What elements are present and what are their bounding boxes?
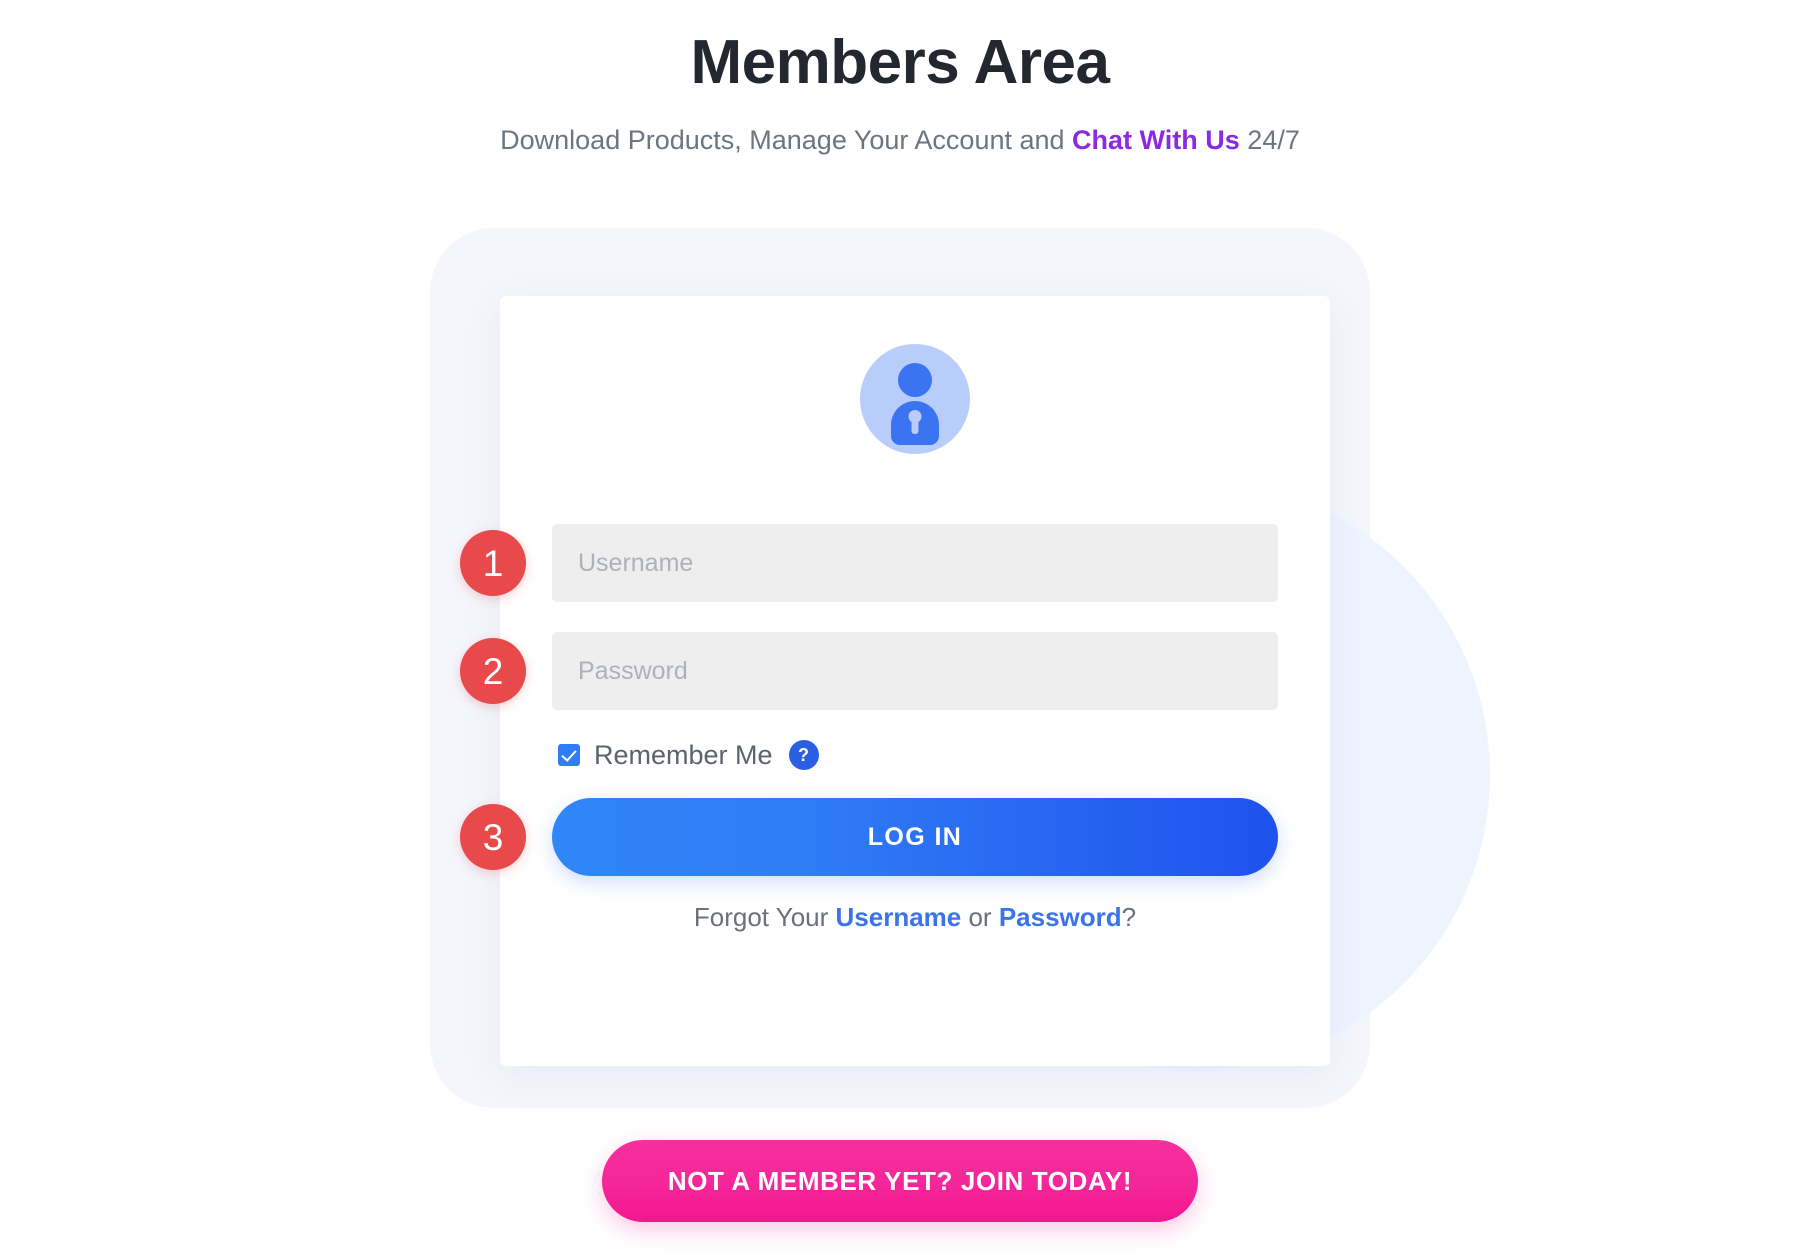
remember-me-checkbox[interactable]	[558, 744, 580, 766]
chat-with-us-link[interactable]: Chat With Us	[1072, 125, 1240, 155]
username-input[interactable]	[552, 524, 1278, 602]
avatar-wrap	[500, 344, 1330, 454]
page-header: Members Area Download Products, Manage Y…	[0, 0, 1800, 160]
password-field-row: 2	[460, 632, 1278, 710]
step-badge-3: 3	[460, 804, 526, 870]
join-today-button[interactable]: NOT A MEMBER YET? JOIN TODAY!	[601, 1140, 1199, 1222]
subtitle-suffix: 24/7	[1239, 125, 1300, 156]
login-form: 1 2 Remember Me ? 3 LOG IN Forgot Your U…	[460, 524, 1278, 933]
remember-me-label: Remember Me	[594, 739, 773, 770]
step-badge-2: 2	[460, 638, 526, 704]
username-field-row: 1	[460, 524, 1278, 602]
members-area-page: Members Area Download Products, Manage Y…	[0, 0, 1800, 1260]
step-badge-1: 1	[460, 530, 526, 596]
page-subtitle: Download Products, Manage Your Account a…	[0, 122, 1800, 160]
remember-me-row: Remember Me ?	[552, 740, 1278, 770]
forgot-credentials-line: Forgot Your Username or Password?	[552, 902, 1278, 933]
page-title: Members Area	[690, 28, 1110, 97]
forgot-middle: or	[961, 902, 999, 932]
user-lock-avatar-icon	[860, 344, 970, 454]
login-button[interactable]: LOG IN	[552, 798, 1278, 876]
forgot-username-link[interactable]: Username	[836, 902, 962, 932]
forgot-prefix: Forgot Your	[693, 902, 836, 932]
login-button-row: 3 LOG IN	[460, 798, 1278, 876]
avatar-head-shape	[898, 363, 932, 397]
password-input[interactable]	[552, 632, 1278, 710]
join-cta-wrap: NOT A MEMBER YET? JOIN TODAY!	[0, 1140, 1800, 1222]
login-card: 1 2 Remember Me ? 3 LOG IN Forgot Your U…	[460, 296, 1330, 1066]
forgot-password-link[interactable]: Password	[999, 902, 1122, 932]
help-icon[interactable]: ?	[788, 740, 819, 770]
forgot-suffix: ?	[1121, 902, 1137, 932]
subtitle-prefix: Download Products, Manage Your Account a…	[500, 125, 1073, 156]
avatar-keyhole-stem	[911, 418, 919, 434]
